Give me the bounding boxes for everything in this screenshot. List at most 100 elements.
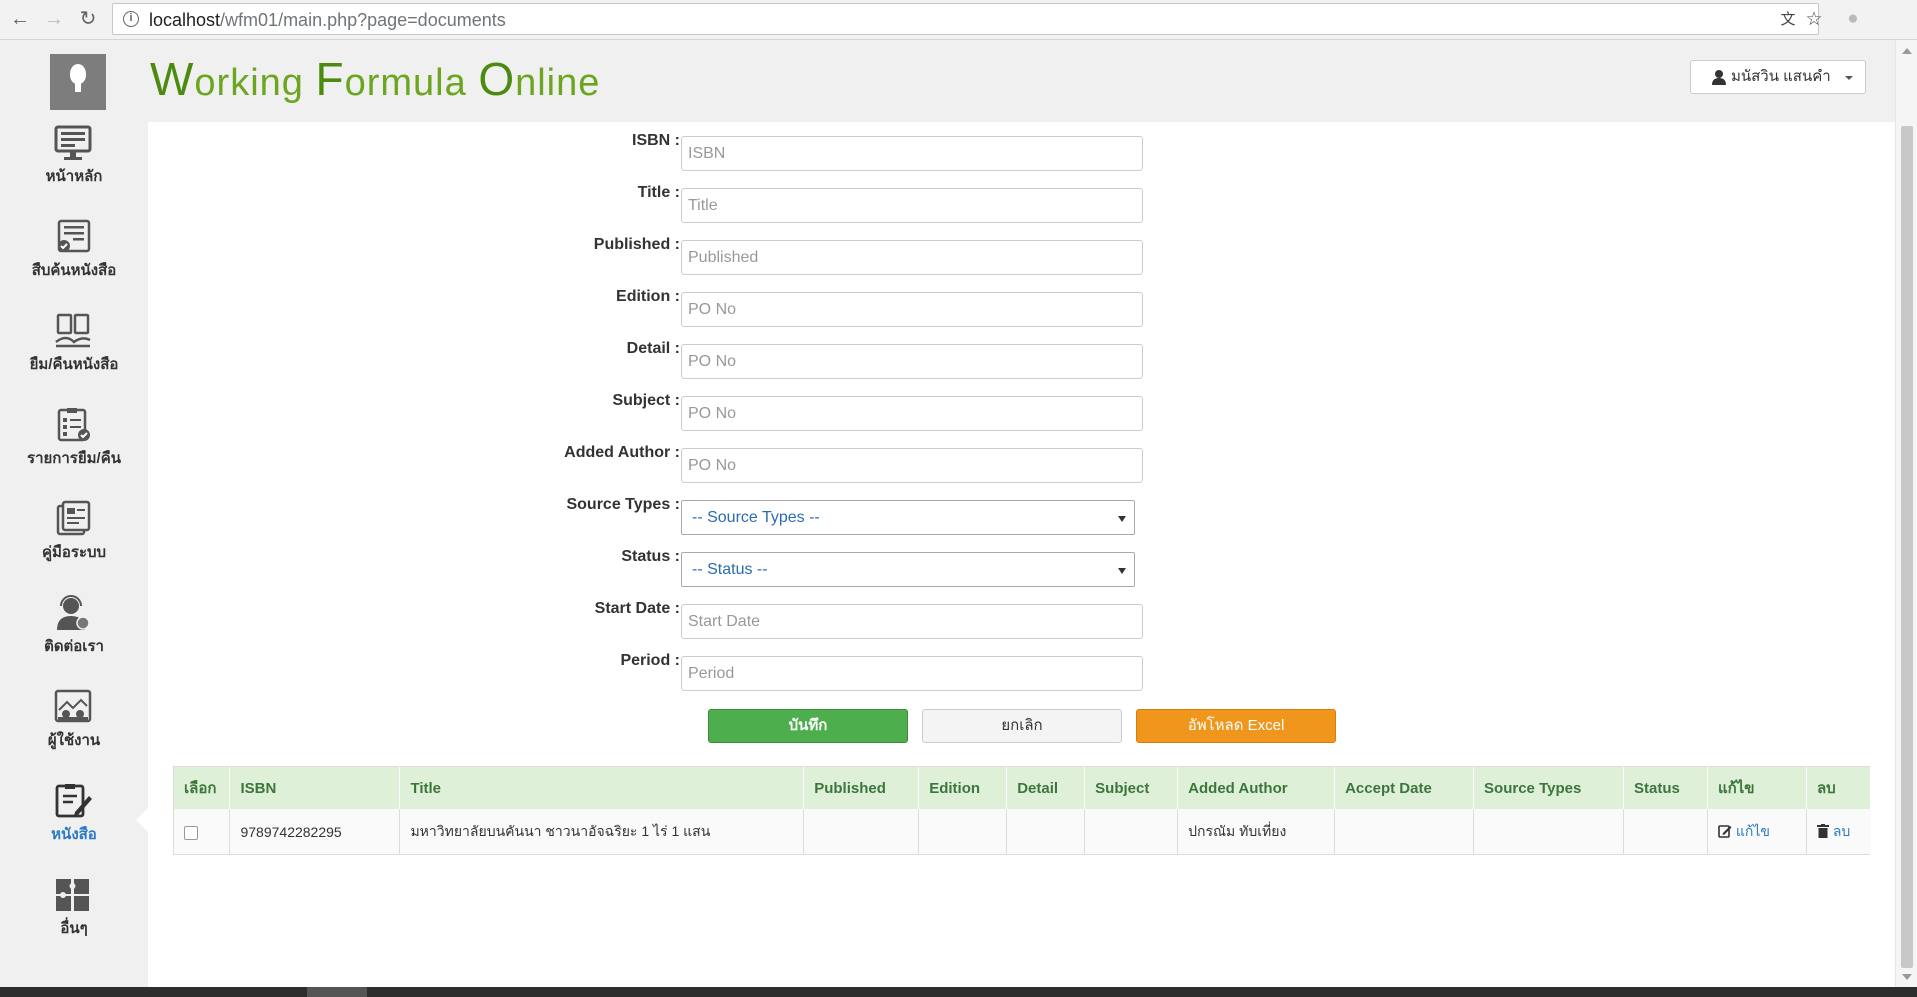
source-types-cell [1473,809,1624,854]
column-header[interactable]: แก้ไข [1707,767,1807,809]
sidebar-item-search-books[interactable]: สืบค้นหนังสือ [0,214,148,298]
sidebar-item-label: อื่นๆ [60,920,88,937]
edition-input[interactable]: PO No [681,292,1143,327]
logo-part: ormula [344,62,479,104]
isbn-cell: 9789742282295 [229,809,401,854]
active-indicator [136,808,148,832]
taskbar-tab[interactable] [307,987,367,997]
delete-label: ลบ [1832,822,1851,839]
column-header[interactable]: Accept Date [1334,767,1475,809]
logo-part: n [259,62,282,104]
address-bar[interactable]: i localhost/wfm01/main.php?page=document… [112,3,1823,35]
sidebar-item-manual[interactable]: คู่มือระบบ [0,496,148,580]
app-logo[interactable]: Working Formula Online [150,52,600,106]
sidebar-item-borrow-list[interactable]: รายการยืม/คืน [0,402,148,486]
column-header[interactable]: Detail [1006,767,1086,809]
form-row-published: Published : Published [148,228,1348,275]
sidebar: หน้าหลัก สืบค้นหนังสือ ยืม/คืนหนังสือ รา… [0,40,148,987]
info-icon[interactable]: i [123,11,139,27]
avatar-neck [75,82,81,92]
table-header-row: เลือก ISBN Title Published Edition Detail Subj… [174,767,1872,809]
table-row: 9789742282295 มหาวิทยาลัยบนคันนา ชาวนาอั… [174,809,1871,854]
book-edit-icon [55,784,92,818]
column-header[interactable]: Edition [918,767,1008,809]
scroll-down-icon[interactable] [1902,974,1912,980]
edit-label: แก้ไข [1735,822,1770,839]
column-header[interactable]: Status [1623,767,1708,809]
search-book-icon [57,219,91,253]
published-cell [803,809,920,854]
save-button[interactable]: บันทึก [708,709,908,743]
logo-part: O [478,53,516,105]
published-input[interactable]: Published [681,240,1143,275]
column-header[interactable]: ลบ [1806,767,1872,809]
column-header[interactable]: เลือก [174,767,231,809]
select-cell [174,809,231,854]
sidebar-item-home[interactable]: หน้าหลัก [0,120,148,204]
added-author-input[interactable]: PO No [681,448,1143,483]
sidebar-item-books[interactable]: หนังสือ [0,778,148,862]
column-header[interactable]: Source Types [1473,767,1624,809]
column-header[interactable]: ISBN [229,767,401,809]
translate-icon[interactable]: 文 [1777,9,1799,31]
column-header[interactable]: Added Author [1177,767,1336,809]
sidebar-item-label: สืบค้นหนังสือ [31,262,117,279]
url-path: /wfm01/main.php?page=documents [220,10,506,30]
period-label: Period : [620,652,680,669]
sidebar-item-contact[interactable]: ติดต่อเรา [0,590,148,674]
source-types-selected-value: -- Source Types -- [692,509,820,526]
sidebar-item-users[interactable]: ผู้ใช้งาน [0,684,148,768]
column-header[interactable]: Subject [1084,767,1179,809]
page-scrollbar[interactable] [1895,40,1917,987]
added-author-label: Added Author : [564,444,680,461]
star-icon[interactable]: ☆ [1803,9,1825,31]
app-header: Working Formula Online มนัสวิน แสนคำ [148,40,1895,122]
source-types-select[interactable]: -- Source Types -- [681,500,1135,535]
logo-part: F [315,53,345,105]
form-row-status: Status : -- Status -- [148,540,1348,587]
sidebar-item-borrow-return[interactable]: ยืม/คืนหนังสือ [0,308,148,392]
avatar-head [70,64,86,84]
period-input[interactable]: Period [681,656,1143,691]
form-row-period: Period : Period [148,644,1348,691]
form-row-added-author: Added Author : PO No [148,436,1348,483]
form-row-start-date: Start Date : Start Date [148,592,1348,639]
added-author-cell: ปกรณัม ทับเที่ยง [1177,809,1336,854]
forward-arrow-icon[interactable]: → [42,7,66,31]
delete-link[interactable]: ลบ [1816,822,1851,839]
sidebar-item-others[interactable]: อื่นๆ [0,872,148,956]
edition-label: Edition : [616,288,680,305]
trash-icon [1816,823,1829,838]
chevron-down-icon [1118,516,1126,522]
edition-cell [918,809,1008,854]
start-date-input[interactable]: Start Date [681,604,1143,639]
logo-part: ne [556,62,601,104]
row-checkbox[interactable] [184,825,198,840]
extension-icon[interactable]: ● [1842,8,1864,30]
column-header[interactable]: Title [399,767,805,809]
subject-input[interactable]: PO No [681,396,1143,431]
edit-link[interactable]: แก้ไข [1718,823,1770,839]
avatar[interactable] [50,54,106,110]
chevron-down-icon [1118,568,1126,574]
back-arrow-icon[interactable]: ← [8,7,32,31]
chevron-down-icon [1845,76,1853,80]
scroll-up-icon[interactable] [1902,48,1912,54]
edit-icon [1718,824,1732,838]
cancel-button[interactable]: ยกเลิก [922,709,1122,743]
title-input[interactable]: Title [681,188,1143,223]
subject-cell [1084,809,1179,854]
logo-part: g [281,62,316,104]
reload-icon[interactable]: ↻ [76,7,100,31]
upload-excel-button[interactable]: อัพโหลด Excel [1136,709,1336,743]
status-select[interactable]: -- Status -- [681,552,1135,587]
column-header[interactable]: Published [803,767,920,809]
sidebar-item-label: ผู้ใช้งาน [47,732,101,749]
browser-toolbar: ← → ↻ i localhost/wfm01/main.php?page=do… [0,0,1917,40]
isbn-input[interactable]: ISBN [681,136,1143,171]
form-row-subject: Subject : PO No [148,384,1348,431]
subject-label: Subject : [612,392,680,409]
user-menu-button[interactable]: มนัสวิน แสนคำ [1690,60,1866,94]
scroll-thumb[interactable] [1901,126,1913,968]
detail-input[interactable]: PO No [681,344,1143,379]
